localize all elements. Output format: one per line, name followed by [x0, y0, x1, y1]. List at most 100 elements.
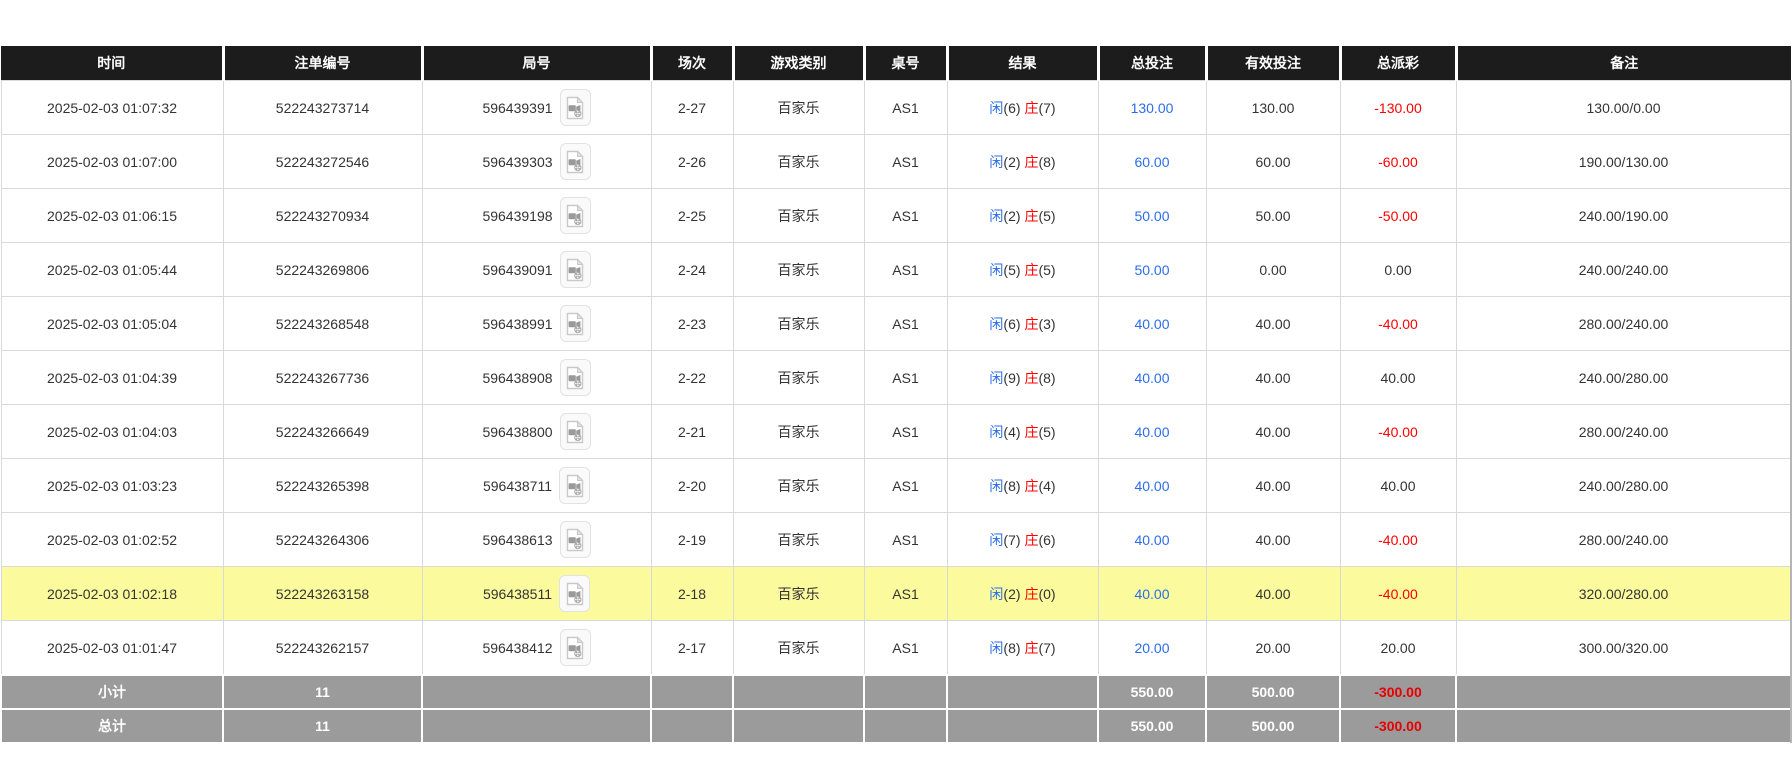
- cell-valid-bet: 60.00: [1205, 134, 1341, 189]
- table-row[interactable]: 2025-02-03 01:06:15 522243270934 596439198…: [0, 188, 1792, 243]
- cell-bet-id: 522243265398: [222, 458, 423, 513]
- cell-time: 2025-02-03 01:04:39: [0, 350, 224, 405]
- subtotal-row-count: 11: [222, 674, 423, 710]
- table-row[interactable]: 2025-02-03 01:02:52 522243264306 596438613…: [0, 512, 1792, 567]
- cell-time: 2025-02-03 01:05:04: [0, 296, 224, 351]
- cell-table-id: AS1: [863, 296, 948, 351]
- video-replay-button[interactable]: [559, 629, 591, 666]
- result-banker-label: 庄: [1024, 531, 1039, 548]
- cell-remark: 130.00/0.00: [1455, 80, 1792, 135]
- video-file-icon: [566, 581, 584, 605]
- cell-valid-bet: 40.00: [1205, 458, 1341, 513]
- cell-time: 2025-02-03 01:06:15: [0, 188, 224, 243]
- cell-total-bet[interactable]: 40.00: [1097, 350, 1207, 405]
- result-player-score: (4): [1003, 423, 1021, 440]
- round-id-text: 596439391: [482, 99, 553, 116]
- table-row[interactable]: 2025-02-03 01:02:18 522243263158 596438511…: [0, 566, 1792, 621]
- cell-total-bet[interactable]: 50.00: [1097, 188, 1207, 243]
- table-row[interactable]: 2025-02-03 01:05:44 522243269806 596439091…: [0, 242, 1792, 297]
- cell-bet-id: 522243264306: [222, 512, 423, 567]
- video-replay-button[interactable]: [559, 467, 591, 504]
- video-replay-button[interactable]: [559, 143, 591, 180]
- cell-time: 2025-02-03 01:02:52: [0, 512, 224, 567]
- video-replay-button[interactable]: [559, 575, 591, 612]
- cell-time: 2025-02-03 01:07:00: [0, 134, 224, 189]
- grandtotal-row-remark: [1455, 708, 1792, 744]
- result-player-score: (7): [1003, 531, 1021, 548]
- table-row[interactable]: 2025-02-03 01:07:32 522243273714 596439391…: [0, 80, 1792, 135]
- cell-result: 闲(6) 庄(7): [946, 80, 1099, 135]
- video-replay-button[interactable]: [559, 251, 591, 288]
- round-id-text: 596438800: [482, 423, 553, 440]
- cell-total-bet[interactable]: 20.00: [1097, 620, 1207, 676]
- table-row[interactable]: 2025-02-03 01:04:39 522243267736 596438908…: [0, 350, 1792, 405]
- table-row[interactable]: 2025-02-03 01:03:23 522243265398 596438711…: [0, 458, 1792, 513]
- column-header-total_bet: 总投注: [1096, 46, 1206, 81]
- column-header-time: 时间: [1, 46, 223, 81]
- page-top-space: [0, 0, 1792, 46]
- cell-bet-id: 522243269806: [222, 242, 423, 297]
- column-header-remark: 备注: [1454, 46, 1791, 81]
- cell-round-id: 596438613: [421, 512, 652, 567]
- cell-table-id: AS1: [863, 134, 948, 189]
- cell-valid-bet: 130.00: [1205, 80, 1341, 135]
- cell-game-type: 百家乐: [732, 296, 865, 351]
- cell-valid-bet: 0.00: [1205, 242, 1341, 297]
- result-player-score: (2): [1003, 153, 1021, 170]
- video-replay-button[interactable]: [559, 305, 591, 342]
- video-file-icon: [566, 473, 584, 497]
- cell-total-bet[interactable]: 40.00: [1097, 566, 1207, 621]
- cell-valid-bet: 20.00: [1205, 620, 1341, 676]
- grandtotal-row-valid-bet: 500.00: [1205, 708, 1341, 744]
- cell-remark: 280.00/240.00: [1455, 296, 1792, 351]
- cell-round-id: 596438511: [421, 566, 652, 621]
- cell-bet-id: 522243263158: [222, 566, 423, 621]
- table-row[interactable]: 2025-02-03 01:07:00 522243272546 596439303…: [0, 134, 1792, 189]
- cell-round-id: 596438412: [421, 620, 652, 676]
- result-banker-score: (4): [1038, 477, 1056, 494]
- cell-game-type: 百家乐: [732, 512, 865, 567]
- cell-remark: 240.00/190.00: [1455, 188, 1792, 243]
- cell-total-bet[interactable]: 40.00: [1097, 296, 1207, 351]
- result-banker-label: 庄: [1024, 423, 1039, 440]
- cell-session: 2-27: [650, 80, 734, 135]
- cell-session: 2-21: [650, 404, 734, 459]
- result-banker-label: 庄: [1024, 153, 1039, 170]
- result-banker-label: 庄: [1024, 369, 1039, 386]
- table-row[interactable]: 2025-02-03 01:05:04 522243268548 596438991…: [0, 296, 1792, 351]
- round-id-text: 596439303: [482, 153, 553, 170]
- video-replay-button[interactable]: [559, 197, 591, 234]
- cell-payout: -40.00: [1339, 404, 1457, 459]
- cell-total-bet[interactable]: 40.00: [1097, 458, 1207, 513]
- result-player-score: (6): [1003, 99, 1021, 116]
- round-id-text: 596438908: [482, 369, 553, 386]
- cell-round-id: 596438991: [421, 296, 652, 351]
- cell-time: 2025-02-03 01:03:23: [0, 458, 224, 513]
- records-table-header: 时间 注单编号 局号 场次 游戏类别 桌号 结果 总投注 有效投注 总派彩 备注: [1, 46, 1791, 81]
- video-replay-button[interactable]: [559, 89, 591, 126]
- column-header-game_type: 游戏类别: [731, 46, 864, 81]
- cell-total-bet[interactable]: 60.00: [1097, 134, 1207, 189]
- result-banker-score: (0): [1038, 585, 1056, 602]
- header-row: 时间 注单编号 局号 场次 游戏类别 桌号 结果 总投注 有效投注 总派彩 备注: [1, 46, 1791, 81]
- column-header-valid_bet: 有效投注: [1204, 46, 1340, 81]
- cell-total-bet[interactable]: 40.00: [1097, 404, 1207, 459]
- result-player-score: (2): [1003, 207, 1021, 224]
- cell-remark: 320.00/280.00: [1455, 566, 1792, 621]
- cell-total-bet[interactable]: 50.00: [1097, 242, 1207, 297]
- cell-bet-id: 522243268548: [222, 296, 423, 351]
- video-replay-button[interactable]: [559, 359, 591, 396]
- table-row[interactable]: 2025-02-03 01:01:47 522243262157 596438412…: [0, 620, 1792, 676]
- video-replay-button[interactable]: [559, 413, 591, 450]
- video-file-icon: [566, 419, 584, 443]
- table-row[interactable]: 2025-02-03 01:04:03 522243266649 596438800…: [0, 404, 1792, 459]
- cell-remark: 300.00/320.00: [1455, 620, 1792, 676]
- round-id-text: 596438991: [482, 315, 553, 332]
- result-banker-label: 庄: [1024, 315, 1039, 332]
- video-replay-button[interactable]: [559, 521, 591, 558]
- cell-total-bet[interactable]: 130.00: [1097, 80, 1207, 135]
- result-player-label: 闲: [989, 315, 1004, 332]
- cell-total-bet[interactable]: 40.00: [1097, 512, 1207, 567]
- cell-result: 闲(2) 庄(5): [946, 188, 1099, 243]
- result-banker-score: (7): [1038, 639, 1056, 656]
